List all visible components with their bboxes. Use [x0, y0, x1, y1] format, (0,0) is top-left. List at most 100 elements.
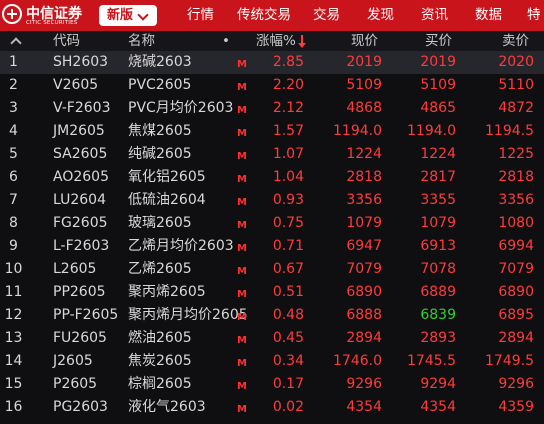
bid-price: 9294 — [420, 376, 456, 392]
brand-name-en: CITIC SECURITIES — [26, 20, 78, 26]
table-row[interactable]: 9 L-F2603 乙烯月均价2603 M 0.71 6947 6913 6994 — [0, 235, 544, 258]
column-header-name[interactable]: 名称 — [128, 31, 155, 51]
last-price: 7079 — [346, 261, 382, 277]
ask-price: 4359 — [498, 399, 534, 415]
table-row[interactable]: 7 LU2604 低硫油2604 M 0.93 3356 3355 3356 — [0, 189, 544, 212]
column-header-ask[interactable]: 卖价 — [502, 31, 529, 51]
last-price: 4354 — [346, 399, 382, 415]
row-index: 9 — [9, 238, 18, 254]
contract-name: 聚丙烯2605 — [128, 284, 206, 300]
table-row[interactable]: 13 FU2605 燃油2605 M 0.45 2894 2893 2894 — [0, 327, 544, 350]
change-percent: 0.34 — [272, 353, 304, 369]
table-row[interactable]: 3 V-F2603 PVC月均价2603 M 2.12 4868 4865 4872 — [0, 97, 544, 120]
last-price: 4868 — [346, 100, 382, 116]
table-row[interactable]: 2 V2605 PVC2605 M 2.20 5109 5109 5110 — [0, 74, 544, 97]
contract-code: LU2604 — [53, 192, 106, 208]
row-index: 8 — [9, 215, 18, 231]
bid-price: 6913 — [420, 238, 456, 254]
version-switch-button[interactable]: 新版 — [99, 5, 157, 26]
row-index: 2 — [9, 77, 18, 93]
bid-price: 6889 — [420, 284, 456, 300]
last-price: 1224 — [346, 146, 382, 162]
ask-price: 1194.5 — [485, 123, 534, 139]
brand-logo[interactable]: 中信证券 CITIC SECURITIES — [2, 3, 94, 28]
nav-item-quotes[interactable]: 行情 — [187, 0, 214, 31]
column-header-change[interactable]: 涨幅% — [256, 31, 296, 51]
table-row[interactable]: 6 AO2605 氧化铝2605 M 1.04 2818 2817 2818 — [0, 166, 544, 189]
bid-price: 6839 — [420, 307, 456, 323]
bid-price: 5109 — [420, 77, 456, 93]
table-row[interactable]: 12 PP-F2605 聚丙烯月均价2605 M 0.48 6888 6839 6895 — [0, 304, 544, 327]
row-index: 4 — [9, 123, 18, 139]
contract-code: SA2605 — [53, 146, 108, 162]
table-row[interactable]: 14 J2605 焦炭2605 M 0.34 1746.0 1745.5 1749.5 — [0, 350, 544, 373]
last-price: 6947 — [346, 238, 382, 254]
change-percent: 0.48 — [272, 307, 304, 323]
sort-descending-icon — [298, 35, 306, 48]
contract-code: JM2605 — [53, 123, 105, 139]
column-header-bid[interactable]: 买价 — [425, 31, 452, 51]
row-index: 14 — [4, 353, 23, 369]
row-index: 7 — [9, 192, 18, 208]
ask-price: 2894 — [498, 330, 534, 346]
contract-name: 纯碱2605 — [128, 146, 192, 162]
ask-price: 6890 — [498, 284, 534, 300]
table-row[interactable]: 4 JM2605 焦煤2605 M 1.57 1194.0 1194.0 1194.5 — [0, 120, 544, 143]
change-percent: 0.51 — [272, 284, 304, 300]
contract-code: FU2605 — [53, 330, 107, 346]
nav-item-more[interactable]: 特 — [527, 0, 541, 31]
last-price: 9296 — [346, 376, 382, 392]
nav-item-trading[interactable]: 交易 — [313, 0, 340, 31]
column-header-price[interactable]: 现价 — [351, 31, 378, 51]
nav-item-news[interactable]: 资讯 — [421, 0, 448, 31]
contract-name: 烧碱2603 — [128, 54, 192, 70]
table-row[interactable]: 11 PP2605 聚丙烯2605 M 0.51 6890 6889 6890 — [0, 281, 544, 304]
collapse-up-icon[interactable] — [10, 37, 22, 49]
row-index: 15 — [4, 376, 23, 392]
ask-price: 1080 — [498, 215, 534, 231]
row-index: 6 — [9, 169, 18, 185]
bid-price: 7078 — [420, 261, 456, 277]
ask-price: 7079 — [498, 261, 534, 277]
contract-name: 液化气2603 — [128, 399, 206, 415]
contract-name: PVC月均价2603 — [128, 100, 234, 116]
table-row[interactable]: 15 P2605 棕榈2605 M 0.17 9296 9294 9296 — [0, 373, 544, 396]
contract-code: PP-F2605 — [53, 307, 119, 323]
change-percent: 1.04 — [272, 169, 304, 185]
row-index: 3 — [9, 100, 18, 116]
change-percent: 0.71 — [272, 238, 304, 254]
ask-price: 9296 — [498, 376, 534, 392]
change-percent: 2.85 — [272, 54, 304, 70]
nav-item-traditional-trading[interactable]: 传统交易 — [237, 0, 291, 31]
table-row[interactable]: 16 PG2603 液化气2603 M 0.02 4354 4354 4359 — [0, 396, 544, 419]
ask-price: 3356 — [498, 192, 534, 208]
contract-name: 乙烯月均价2603 — [128, 238, 234, 254]
last-price: 2019 — [346, 54, 382, 70]
contract-code: PP2605 — [53, 284, 106, 300]
chevron-down-icon — [137, 9, 149, 21]
last-price: 2894 — [346, 330, 382, 346]
bid-price: 2019 — [420, 54, 456, 70]
column-header-code[interactable]: 代码 — [53, 31, 80, 51]
row-index: 11 — [4, 284, 23, 300]
last-price: 6890 — [346, 284, 382, 300]
table-row[interactable]: 5 SA2605 纯碱2605 M 1.07 1224 1224 1225 — [0, 143, 544, 166]
nav-item-discover[interactable]: 发现 — [367, 0, 394, 31]
bid-price: 2817 — [420, 169, 456, 185]
ask-price: 2818 — [498, 169, 534, 185]
bid-price: 4865 — [420, 100, 456, 116]
contract-name: PVC2605 — [128, 77, 192, 93]
last-price: 3356 — [346, 192, 382, 208]
table-row[interactable]: 8 FG2605 玻璃2605 M 0.75 1079 1079 1080 — [0, 212, 544, 235]
table-row[interactable]: 10 L2605 乙烯2605 M 0.67 7079 7078 7079 — [0, 258, 544, 281]
contract-name: 氧化铝2605 — [128, 169, 206, 185]
table-row[interactable]: 1 SH2603 烧碱2603 M 2.85 2019 2019 2020 — [0, 51, 544, 74]
bid-price: 3355 — [420, 192, 456, 208]
nav-item-data[interactable]: 数据 — [475, 0, 502, 31]
change-percent: 0.75 — [272, 215, 304, 231]
row-index: 5 — [9, 146, 18, 162]
last-price: 2818 — [346, 169, 382, 185]
contract-name: 焦炭2605 — [128, 353, 192, 369]
change-percent: 2.20 — [272, 77, 304, 93]
contract-code: L2605 — [53, 261, 97, 277]
